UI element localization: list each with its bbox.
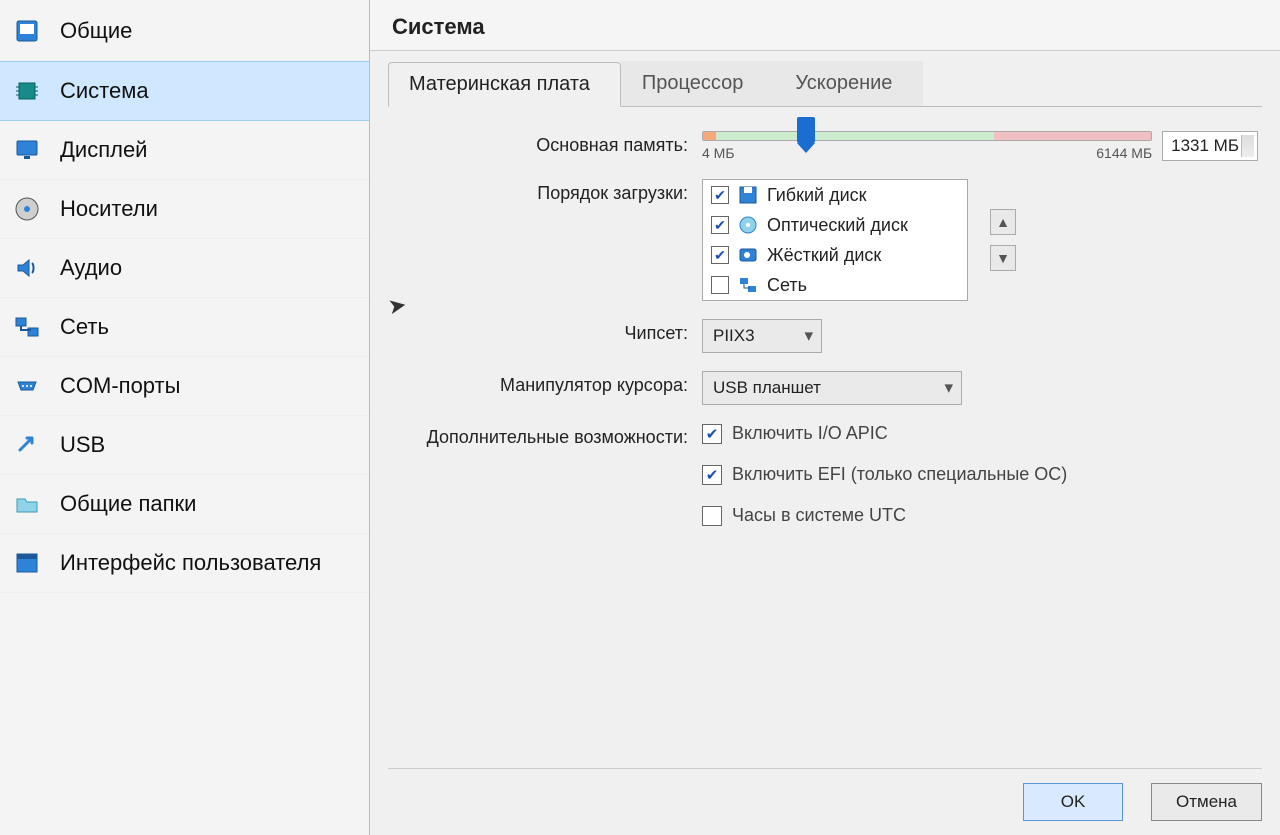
boot-item-label: Жёсткий диск (767, 245, 881, 266)
sidebar-item-label: USB (60, 432, 105, 458)
sidebar-item-general[interactable]: Общие (0, 2, 369, 61)
sidebar-item-network[interactable]: Сеть (0, 298, 369, 357)
sidebar-item-display[interactable]: Дисплей (0, 121, 369, 180)
chip-icon (12, 76, 42, 106)
move-up-button[interactable]: ▲ (990, 209, 1016, 235)
tab-motherboard[interactable]: Материнская плата (388, 62, 621, 107)
sidebar-item-usb[interactable]: USB (0, 416, 369, 475)
sidebar-item-serial[interactable]: COM-порты (0, 357, 369, 416)
ok-button[interactable]: OK (1023, 783, 1123, 821)
hdd-icon (737, 244, 759, 266)
memory-min-label: 4 МБ (702, 145, 735, 161)
memory-max-label: 6144 МБ (1096, 145, 1152, 161)
sidebar-item-label: Носители (60, 196, 158, 222)
boot-item-label: Сеть (767, 275, 807, 296)
opt-label: Включить I/O APIC (732, 423, 888, 444)
boot-item-label: Оптический диск (767, 215, 908, 236)
sidebar-item-label: Общие папки (60, 491, 196, 517)
memory-spinbox[interactable]: 1331 МБ (1162, 131, 1258, 161)
floppy-icon (737, 184, 759, 206)
serial-port-icon (12, 371, 42, 401)
cd-icon (737, 214, 759, 236)
disk-icon (12, 194, 42, 224)
cancel-button[interactable]: Отмена (1151, 783, 1262, 821)
settings-sidebar: Общие Система Дисплей Носители Аудио Сет… (0, 0, 370, 835)
pointing-label: Манипулятор курсора: (392, 371, 702, 396)
checkbox-icon[interactable] (702, 506, 722, 526)
opt-efi[interactable]: ✔ Включить EFI (только специальные ОС) (702, 464, 1067, 485)
general-icon (12, 16, 42, 46)
boot-item-network[interactable]: Сеть (703, 270, 967, 300)
sidebar-item-shared-folders[interactable]: Общие папки (0, 475, 369, 534)
memory-slider[interactable]: 4 МБ 6144 МБ (702, 131, 1152, 161)
opt-label: Часы в системе UTC (732, 505, 906, 526)
checkbox-icon[interactable]: ✔ (702, 424, 722, 444)
checkbox-icon[interactable]: ✔ (702, 465, 722, 485)
sidebar-item-storage[interactable]: Носители (0, 180, 369, 239)
main-panel: Система Материнская плата Процессор Уско… (370, 0, 1280, 835)
ui-icon (12, 548, 42, 578)
chipset-dropdown[interactable]: PIIX3 (702, 319, 822, 353)
checkbox-icon[interactable]: ✔ (711, 216, 729, 234)
dialog-footer: OK Отмена (388, 768, 1262, 821)
opt-label: Включить EFI (только специальные ОС) (732, 464, 1067, 485)
boot-item-hdd[interactable]: ✔ Жёсткий диск (703, 240, 967, 270)
checkbox-icon[interactable]: ✔ (711, 186, 729, 204)
pointing-dropdown[interactable]: USB планшет (702, 371, 962, 405)
extended-label: Дополнительные возможности: (392, 423, 702, 448)
tab-bar: Материнская плата Процессор Ускорение (388, 61, 1262, 107)
sidebar-item-ui[interactable]: Интерфейс пользователя (0, 534, 369, 593)
opt-ioapic[interactable]: ✔ Включить I/O APIC (702, 423, 888, 444)
slider-thumb-icon[interactable] (797, 117, 815, 143)
memory-label: Основная память: (392, 131, 702, 156)
usb-icon (12, 430, 42, 460)
boot-order-label: Порядок загрузки: (392, 179, 702, 204)
tab-acceleration[interactable]: Ускорение (774, 61, 923, 106)
move-down-button[interactable]: ▼ (990, 245, 1016, 271)
sidebar-item-label: Система (60, 78, 149, 104)
net-icon (737, 274, 759, 296)
tab-processor[interactable]: Процессор (621, 61, 774, 106)
sidebar-item-audio[interactable]: Аудио (0, 239, 369, 298)
display-icon (12, 135, 42, 165)
boot-order-list[interactable]: ✔ Гибкий диск ✔ Оптический диск ✔ (702, 179, 968, 301)
opt-utc[interactable]: Часы в системе UTC (702, 505, 906, 526)
sidebar-item-label: Общие (60, 18, 132, 44)
folder-icon (12, 489, 42, 519)
page-title: Система (370, 0, 1280, 51)
sidebar-item-label: Интерфейс пользователя (60, 550, 321, 576)
sidebar-item-label: Сеть (60, 314, 109, 340)
sidebar-item-system[interactable]: Система (0, 61, 369, 121)
boot-item-optical[interactable]: ✔ Оптический диск (703, 210, 967, 240)
sidebar-item-label: COM-порты (60, 373, 180, 399)
checkbox-icon[interactable]: ✔ (711, 246, 729, 264)
sidebar-item-label: Дисплей (60, 137, 147, 163)
checkbox-icon[interactable] (711, 276, 729, 294)
boot-item-floppy[interactable]: ✔ Гибкий диск (703, 180, 967, 210)
network-icon (12, 312, 42, 342)
chipset-label: Чипсет: (392, 319, 702, 344)
sidebar-item-label: Аудио (60, 255, 122, 281)
boot-item-label: Гибкий диск (767, 185, 867, 206)
speaker-icon (12, 253, 42, 283)
